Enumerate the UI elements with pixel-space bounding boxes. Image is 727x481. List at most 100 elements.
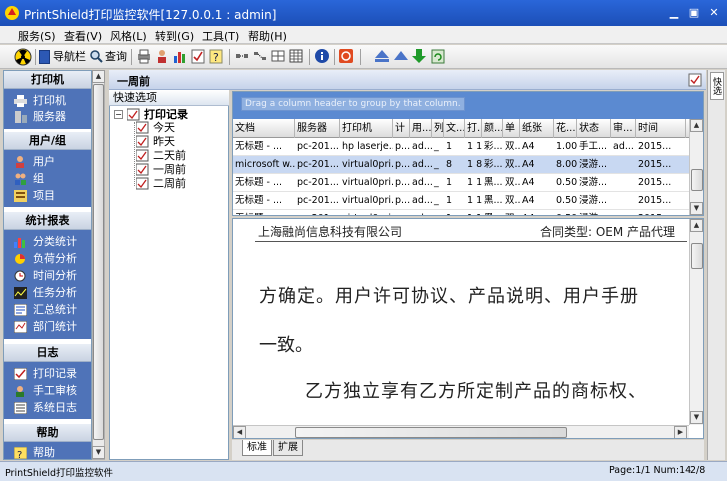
maximize-button[interactable]: ▣ [686, 6, 702, 20]
app-logo-icon [4, 5, 20, 21]
table-row[interactable]: 无标题 - ...pc-201...virtual0pri...p...ad..… [233, 210, 689, 215]
nav-group-help: ? 帮助 [4, 442, 91, 459]
column-header-auditor[interactable]: 审... [611, 119, 636, 138]
menu-tools[interactable]: 工具(T) [202, 28, 239, 44]
tab-extend[interactable]: 扩展 [273, 440, 303, 456]
nav-section-users[interactable]: 用户/组 [4, 132, 91, 150]
left-nav-scrollbar[interactable]: ▲ ▼ [92, 70, 105, 460]
cell-user: ad... [412, 195, 432, 206]
menu-bar: 服务(S) 查看(V) 风格(L) 转到(G) 工具(T) 帮助(H) [0, 26, 727, 44]
layout-icon[interactable] [270, 48, 286, 66]
preview-vscroll-thumb[interactable] [691, 243, 703, 269]
nav-group-users: 用户 组 项目 [4, 150, 91, 207]
preview-hscroll-thumb[interactable] [295, 427, 567, 438]
grid-scroll-thumb[interactable] [691, 169, 703, 191]
nav-section-logs[interactable]: 日志 [4, 344, 91, 362]
help-question-icon[interactable]: ? [208, 48, 224, 66]
cell-time: 2015... [638, 141, 672, 152]
menu-view[interactable]: 查看(V) [64, 28, 102, 44]
table-row[interactable]: microsoft w...pc-201...virtual0pri...p..… [233, 156, 689, 174]
preview-line-3: 乙方独立享有乙方所定制产品的商标权、 [305, 381, 647, 402]
cell-cost: 0.50 [554, 210, 577, 215]
preview-header-left: 上海融尚信息科技有限公司 [258, 225, 403, 239]
cell-auditor [611, 210, 636, 215]
menu-style[interactable]: 风格(L) [110, 28, 147, 44]
next-page-icon[interactable] [411, 48, 427, 66]
cell-server: pc-201... [297, 177, 339, 188]
navbar-button[interactable]: 导航栏 [39, 48, 87, 66]
column-header-prints[interactable]: 打... [465, 119, 482, 138]
column-header-count[interactable]: 计 [393, 119, 410, 138]
scroll-down-icon[interactable]: ▼ [690, 202, 703, 215]
cell-server: pc-201... [297, 159, 339, 170]
cell-prints: 1 1 [467, 177, 482, 188]
column-header-cost[interactable]: 花... [554, 119, 577, 138]
refresh-icon[interactable] [430, 48, 446, 66]
group-by-area[interactable]: Drag a column header to group by that co… [233, 92, 703, 119]
minimize-button[interactable]: ▁ [666, 6, 682, 20]
preview-horizontal-scrollbar[interactable]: ◀ ▶ [233, 425, 689, 438]
window-title: PrintShield打印监控软件[127.0.0.1 : admin] [24, 8, 277, 22]
chart-icon[interactable] [172, 48, 188, 66]
network-icon[interactable] [252, 48, 268, 66]
column-header-state[interactable]: 状态 [577, 119, 611, 138]
menu-goto[interactable]: 转到(G) [155, 28, 194, 44]
query-button[interactable]: 查询 [90, 48, 128, 66]
collapse-icon[interactable]: − [114, 110, 123, 119]
scroll-left-icon[interactable]: ◀ [233, 426, 246, 438]
column-header-file[interactable]: 文... [444, 119, 465, 138]
table-row[interactable]: 无标题 - ... pc-201... hp laserje... p... ad...… [233, 138, 689, 156]
column-header-paper[interactable]: 纸张 [520, 119, 554, 138]
column-header-color[interactable]: 颜... [482, 119, 503, 138]
menu-help[interactable]: 帮助(H) [248, 28, 287, 44]
grid-icon[interactable] [288, 48, 304, 66]
nav-section-help[interactable]: 帮助 [4, 424, 91, 442]
stop-icon[interactable] [338, 48, 354, 66]
scroll-right-icon[interactable]: ▶ [674, 426, 687, 438]
column-header-time[interactable]: 时间 [636, 119, 686, 138]
scroll-up-icon[interactable]: ▲ [92, 70, 105, 83]
menu-service[interactable]: 服务(S) [18, 28, 56, 44]
scroll-down-icon[interactable]: ▼ [690, 411, 703, 424]
header-action-icon[interactable] [688, 73, 702, 87]
tab-standard[interactable]: 标准 [242, 440, 272, 456]
close-button[interactable]: ✕ [706, 6, 722, 20]
left-nav-scroll-thumb[interactable] [93, 84, 104, 440]
table-row[interactable]: 无标题 - ...pc-201...virtual0pri...p...ad..… [233, 192, 689, 210]
column-header-user[interactable]: 用... [410, 119, 432, 138]
check-report-icon[interactable] [190, 48, 206, 66]
cell-queue: _ [432, 210, 444, 215]
table-row[interactable]: 无标题 - ...pc-201...virtual0pri...p...ad..… [233, 174, 689, 192]
search-icon [90, 50, 103, 63]
column-header-doc[interactable]: 文档 [233, 119, 295, 138]
column-header-duplex[interactable]: 单 [503, 119, 520, 138]
scroll-down-icon[interactable]: ▼ [92, 446, 105, 459]
user-icon [14, 156, 27, 168]
cell-printer: virtual0pri... [342, 195, 393, 206]
preview-header-right: 合同类型: OEM 产品代理 [540, 225, 676, 239]
column-header-printer[interactable]: 打印机 [340, 119, 393, 138]
column-header-queue[interactable]: 列 [432, 119, 444, 138]
server-icon [14, 111, 27, 123]
preview-vertical-scrollbar[interactable]: ▲ ▼ [689, 219, 703, 425]
cell-prints: 1 1 [465, 210, 482, 215]
column-header-server[interactable]: 服务器 [295, 119, 340, 138]
cell-prints: 1 1 [467, 195, 482, 206]
scroll-up-icon[interactable]: ▲ [690, 119, 703, 132]
quick-options-header: 快速选项 [109, 90, 229, 106]
grid-vertical-scrollbar[interactable]: ▲ ▼ [689, 119, 703, 215]
nav-section-printers[interactable]: 打印机 [4, 71, 91, 89]
user-filter-icon[interactable] [154, 48, 170, 66]
cell-count: p... [395, 159, 410, 170]
nav-section-reports[interactable]: 统计报表 [4, 212, 91, 230]
connect-icon[interactable] [234, 48, 250, 66]
first-page-icon[interactable] [374, 48, 390, 66]
right-rail-tab[interactable]: 快选 [710, 72, 724, 100]
prev-page-icon[interactable] [393, 48, 409, 66]
radiation-icon[interactable] [14, 48, 32, 66]
main-header: 一周前 [109, 70, 706, 90]
info-icon[interactable] [314, 48, 330, 66]
cell-printer: hp laserje... [342, 141, 393, 152]
scroll-up-icon[interactable]: ▲ [690, 219, 703, 232]
print-icon[interactable] [136, 48, 152, 66]
